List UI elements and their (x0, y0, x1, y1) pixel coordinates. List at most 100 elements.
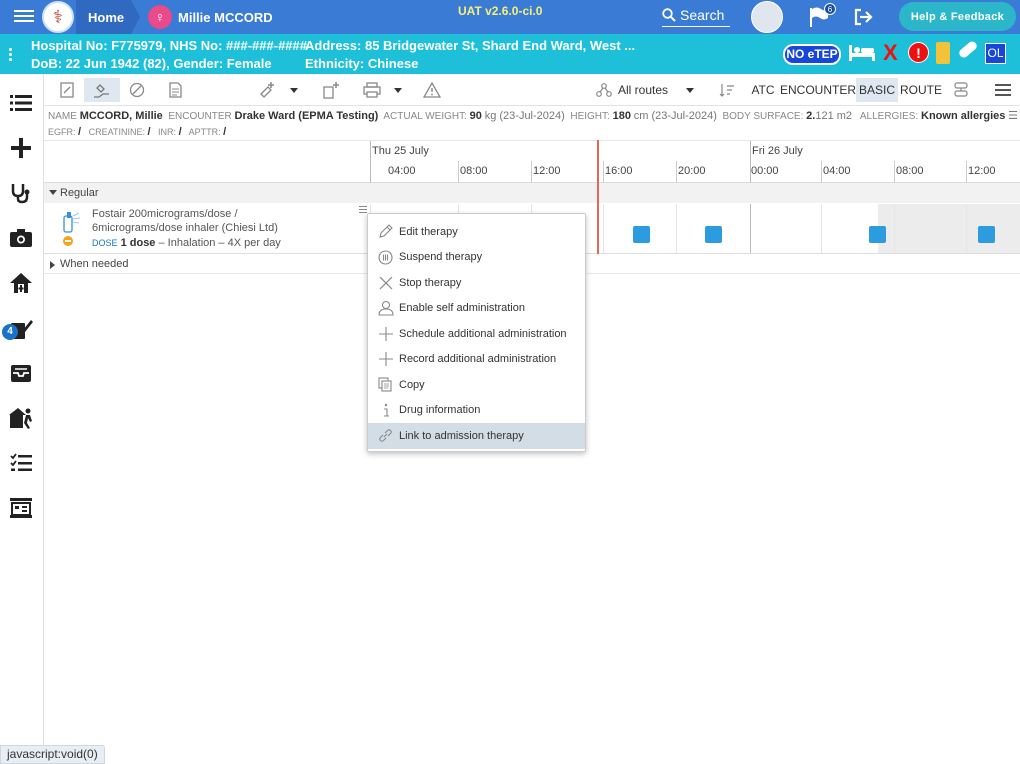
route-tab[interactable]: ROUTE (900, 78, 942, 102)
copy-item[interactable]: Copy (368, 372, 585, 398)
hour-label: 04:00 (823, 165, 851, 177)
app-logo-icon[interactable]: ⚕ (42, 1, 74, 33)
sort-icon[interactable] (716, 78, 738, 102)
scheduled-dose[interactable] (869, 226, 886, 243)
atc-tab[interactable]: ATC (748, 78, 778, 102)
suspend-therapy-item[interactable]: Suspend therapy (368, 245, 585, 271)
regular-section-toggle[interactable]: Regular (44, 183, 1020, 203)
list-icon[interactable] (8, 90, 34, 116)
enable-self-administration-item[interactable]: Enable self administration (368, 296, 585, 322)
pill-icon[interactable] (957, 39, 979, 60)
stop-therapy-item[interactable]: Stop therapy (368, 270, 585, 296)
stethoscope-icon[interactable] (8, 180, 34, 206)
prescribing-view-icon[interactable] (56, 78, 78, 102)
day-label: Fri 26 July (752, 145, 803, 157)
link-to-admission-therapy-item[interactable]: Link to admission therapy (368, 423, 585, 449)
checklist-icon[interactable] (8, 450, 34, 476)
administration-view-icon[interactable] (84, 78, 120, 102)
current-time-marker (597, 140, 599, 254)
edit-therapy-item[interactable]: Edit therapy (368, 219, 585, 245)
hour-label: 08:00 (460, 165, 488, 177)
dob-gender: DoB: 22 Jun 1942 (82), Gender: Female (31, 56, 272, 71)
hour-label: 20:00 (678, 165, 706, 177)
no-etep-badge[interactable]: NO eTEP (783, 44, 841, 65)
banner-more-icon[interactable] (9, 46, 15, 63)
patient-breadcrumb[interactable]: ♀ Millie MCCORD (148, 0, 273, 34)
more-menu-icon[interactable] (992, 78, 1014, 102)
search-label: Search (680, 6, 725, 23)
discharge-icon[interactable] (8, 405, 34, 431)
bed-icon[interactable] (848, 43, 876, 66)
allergies-value[interactable]: Known allergies (921, 110, 1005, 122)
medicine-bottle-icon[interactable] (936, 42, 950, 64)
routes-filter[interactable]: All routes (596, 78, 696, 102)
home-breadcrumb[interactable]: Home (76, 0, 140, 34)
print-icon[interactable] (360, 78, 384, 102)
link-icon (377, 427, 394, 444)
drug-information-item[interactable]: Drug information (368, 398, 585, 424)
home-care-icon[interactable] (8, 270, 34, 296)
document-icon[interactable] (164, 78, 186, 102)
print-dropdown[interactable] (392, 78, 404, 102)
ethnicity: Ethnicity: Chinese (305, 56, 419, 71)
plus-icon (377, 325, 394, 342)
add-medication-dropdown[interactable] (288, 78, 300, 102)
scheduled-dose[interactable] (633, 226, 650, 243)
schedule-additional-administration-item[interactable]: Schedule additional administration (368, 321, 585, 347)
plus-icon[interactable] (8, 135, 34, 161)
x-icon (377, 274, 394, 291)
logout-icon[interactable] (852, 6, 876, 28)
copy-icon (377, 376, 394, 393)
search-button[interactable]: Search (662, 3, 730, 27)
user-avatar[interactable] (751, 1, 783, 33)
regular-section-label: Regular (60, 187, 99, 199)
inbox-icon[interactable] (8, 360, 34, 386)
row-menu-icon[interactable] (359, 206, 367, 214)
camera-icon[interactable] (8, 225, 34, 251)
warning-icon[interactable] (421, 78, 443, 102)
layout-icon[interactable] (950, 78, 972, 102)
hamburger-menu-icon[interactable] (14, 7, 34, 27)
female-patient-icon: ♀ (148, 5, 172, 29)
red-x-icon[interactable]: X (883, 40, 898, 66)
chevron-down-icon (49, 190, 57, 195)
record-additional-administration-item[interactable]: Record additional administration (368, 347, 585, 373)
inhaler-icon (60, 210, 81, 246)
scheduled-dose[interactable] (978, 226, 995, 243)
basic-tab[interactable]: BASIC (856, 78, 898, 102)
medication-dose: DOSE 1 dose – Inhalation – 4X per day (92, 237, 281, 249)
hour-label: 12:00 (968, 165, 996, 177)
bsa-value: 2. (806, 110, 816, 122)
patient-banner: Hospital No: F775979, NHS No: ###-###-##… (0, 34, 1020, 74)
routes-dropdown[interactable] (684, 78, 696, 102)
plus-icon (377, 351, 394, 368)
pill-view-icon[interactable] (126, 78, 148, 102)
version-label: UAT v2.6.0-ci.0 (458, 4, 543, 18)
address: Address: 85 Bridgewater St, Shard End Wa… (305, 38, 636, 53)
add-fluid-icon[interactable] (320, 78, 342, 102)
ol-badge[interactable]: OL (985, 43, 1006, 64)
weight-value: 90 (469, 110, 482, 122)
encounter-value: Drake Ward (EPMA Testing) (234, 110, 379, 122)
add-medication-icon[interactable] (256, 78, 278, 102)
pencil-icon (377, 223, 394, 240)
flag-icon[interactable]: 6 (808, 3, 836, 28)
hour-label: 04:00 (388, 165, 416, 177)
alert-icon[interactable]: ! (908, 42, 929, 63)
patient-info-strip: NAME MCCORD, Millie ENCOUNTER Drake Ward… (48, 110, 1019, 122)
hour-label: 00:00 (751, 165, 779, 177)
info-icon (377, 402, 394, 419)
pause-circle-icon (377, 249, 394, 266)
flag-count-badge: 6 (824, 3, 836, 15)
when-needed-section-label: When needed (60, 258, 129, 270)
help-feedback-button[interactable]: Help & Feedback (899, 2, 1016, 31)
therapy-context-menu: Edit therapy Suspend therapy Stop therap… (367, 213, 586, 452)
browser-status-bar: javascript:void(0) (0, 745, 105, 764)
hour-label: 08:00 (896, 165, 924, 177)
encounter-tab[interactable]: ENCOUNTER (780, 78, 856, 102)
medication-name[interactable]: Fostair 200micrograms/dose / 6micrograms… (92, 207, 362, 235)
scheduled-dose[interactable] (705, 226, 722, 243)
report-icon[interactable] (8, 495, 34, 521)
patient-name: MCCORD, Millie (79, 110, 163, 122)
lab-values-strip: EGFR: / CREATININE: / INR: / APTTR: / (48, 126, 227, 138)
